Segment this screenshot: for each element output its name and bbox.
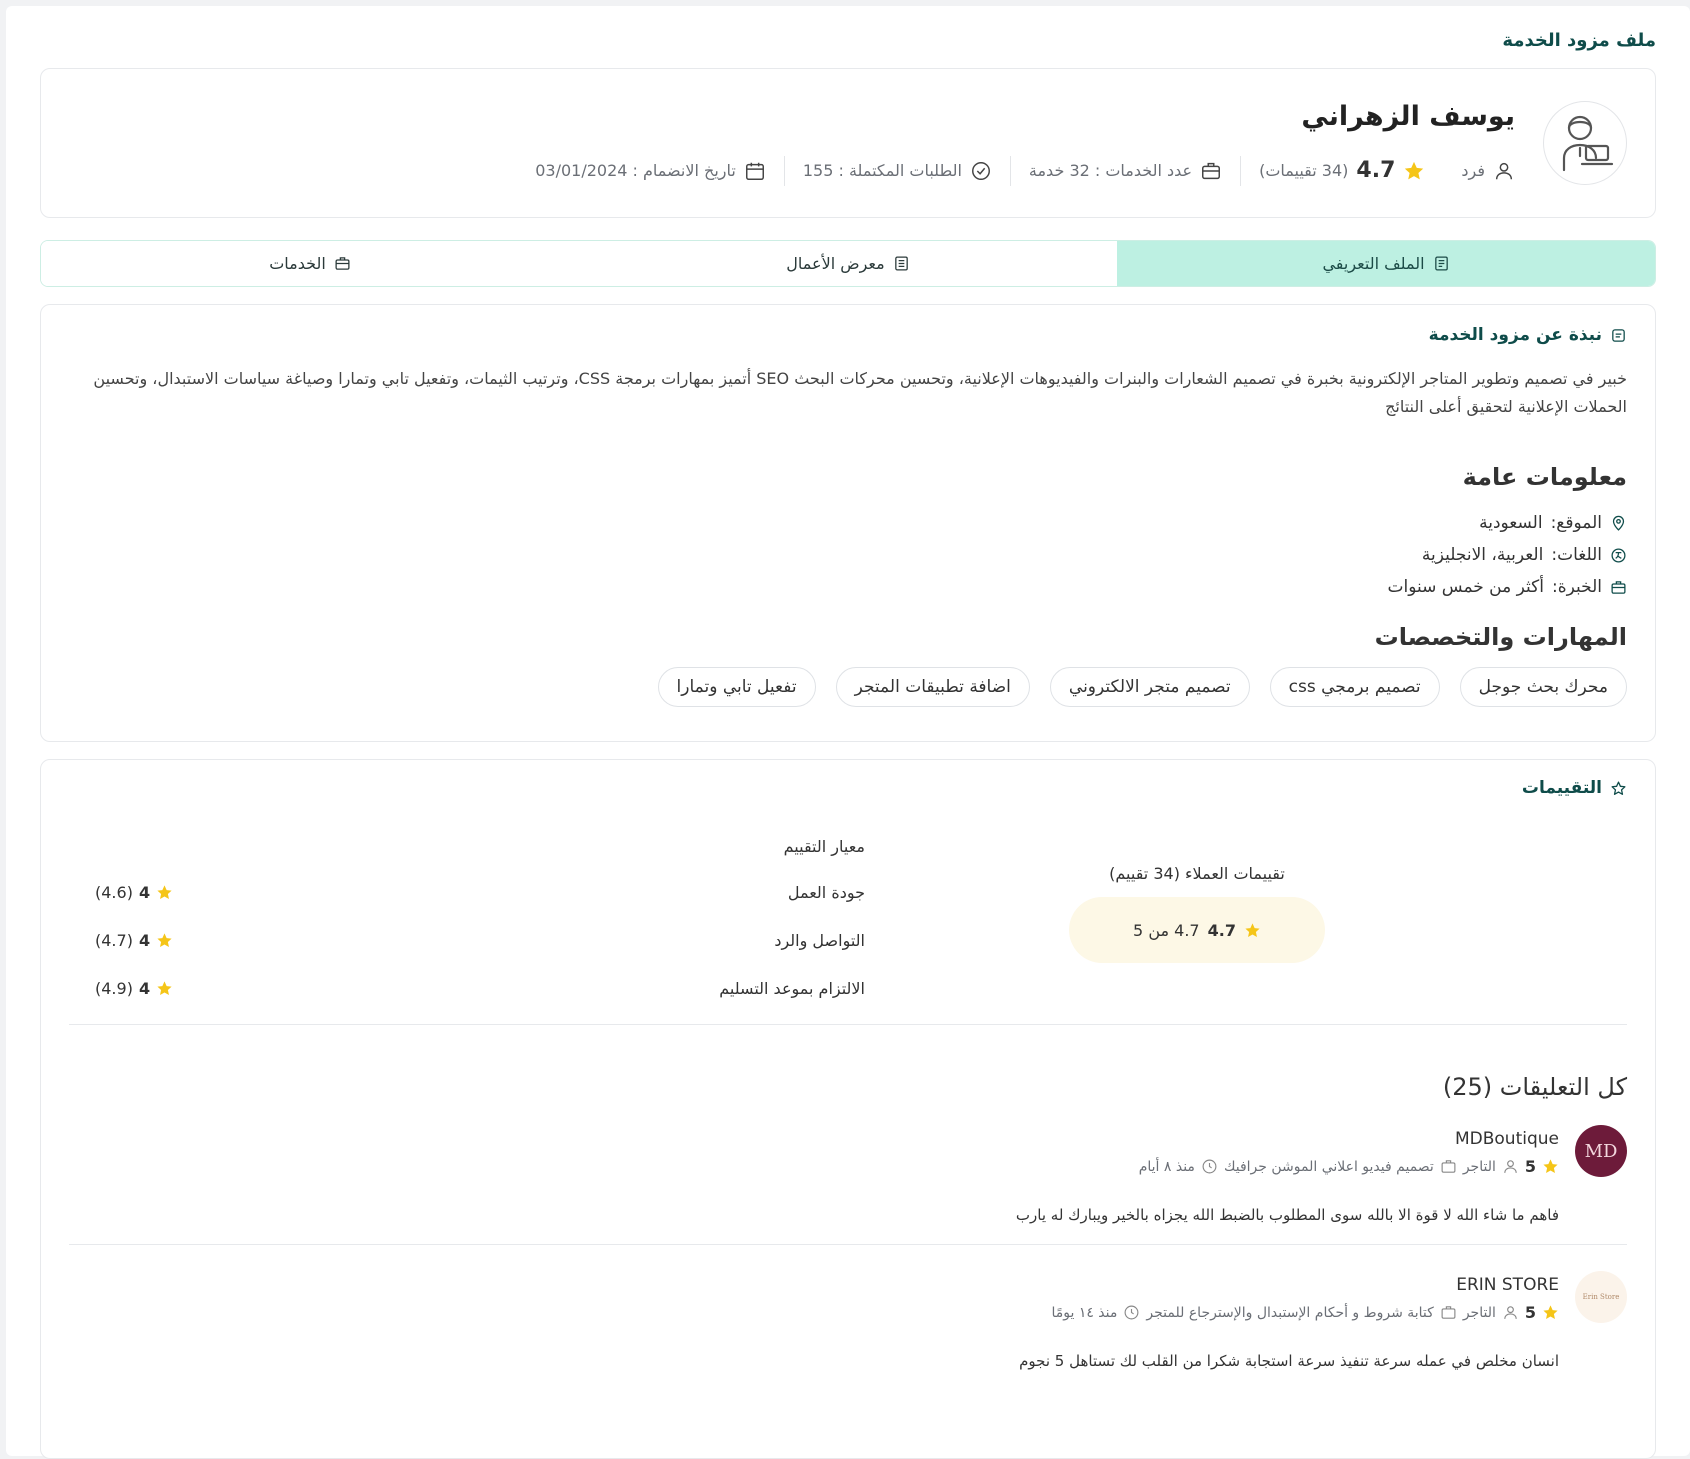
user-laptop-icon <box>1562 115 1614 172</box>
overall-rating: تقييمات العملاء (34 تقييم) 4.7 4.7 من 5 <box>1067 864 1327 963</box>
profile-join: تاريخ الانضمام : 03/01/2024 <box>517 160 784 182</box>
comments-title: كل التعليقات (25) <box>1442 1073 1627 1101</box>
reviews-card: التقييمات تقييمات العملاء (34 تقييم) 4.7… <box>40 759 1656 1459</box>
document-icon <box>1434 256 1448 271</box>
tab-profile[interactable]: الملف التعريفي <box>1117 241 1655 286</box>
user-icon <box>1504 1306 1517 1319</box>
page-container: ملف مزود الخدمة يوسف الزهراني فرد 4.7 (3… <box>6 6 1690 1459</box>
profile-orders: الطلبات المكتملة : 155 <box>785 160 1010 182</box>
overall-title: تقييمات العملاء (34 تقييم) <box>1109 864 1285 883</box>
profile-tabs: الملف التعريفي معرض الأعمال الخدمات <box>40 240 1656 287</box>
general-info-list: الموقع: السعودية اللغات: العربية، الانجل… <box>69 507 1627 603</box>
briefcase-icon <box>1441 1160 1456 1173</box>
skill-chip: اضافة تطبيقات المتجر <box>835 667 1030 707</box>
comment-avatar: Erin Store <box>1575 1271 1627 1323</box>
star-icon <box>1543 1159 1558 1174</box>
criteria-row: الالتزام بموعد التسليم 4 (4.9) <box>95 978 865 998</box>
profile-services-count: عدد الخدمات : 32 خدمة <box>1028 161 1193 180</box>
profile-join-date: تاريخ الانضمام : 03/01/2024 <box>535 161 736 180</box>
briefcase-icon <box>1202 162 1221 179</box>
info-location: الموقع: السعودية <box>69 507 1627 539</box>
about-bio: خبير في تصميم وتطوير المتاجر الإلكترونية… <box>93 369 1627 416</box>
tab-portfolio[interactable]: معرض الأعمال <box>579 241 1117 286</box>
reviews-heading: التقييمات <box>69 778 1627 798</box>
check-circle-icon <box>971 161 990 180</box>
profile-reviews-count: (34 تقييمات) <box>1259 161 1349 180</box>
translate-icon <box>1611 547 1626 563</box>
overall-rating-value: 4.7 <box>1207 920 1236 940</box>
criteria-row: جودة العمل 4 (4.6) <box>95 882 865 902</box>
info-experience: الخبرة: أكثر من خمس سنوات <box>69 571 1627 603</box>
clock-icon <box>1124 1305 1139 1320</box>
profile-completed-orders: الطلبات المكتملة : 155 <box>802 161 962 180</box>
star-icon <box>1245 922 1260 937</box>
comment-meta: 5 التاجر كتابة شروط و أحكام الإستبدال وا… <box>1019 1303 1559 1322</box>
star-icon <box>1543 1305 1558 1320</box>
skill-chip: تفعيل تابي وتمارا <box>657 667 816 707</box>
profile-meta: فرد 4.7 (34 تقييمات) عدد الخدمات : 32 خد… <box>517 155 1515 186</box>
star-outline-icon <box>1611 780 1626 795</box>
rating-criteria: معيار التقييم جودة العمل 4 (4.6) التواصل… <box>95 824 865 1012</box>
location-pin-icon <box>1612 515 1625 531</box>
star-icon <box>157 980 172 995</box>
profile-type: فرد <box>1443 160 1515 182</box>
overall-rating-text: 4.7 من 5 <box>1133 920 1200 940</box>
page-title: ملف مزود الخدمة <box>1502 29 1656 51</box>
comment-avatar: MD <box>1575 1125 1627 1177</box>
profile-rating-value: 4.7 <box>1356 158 1396 183</box>
comment-item: MD MDBoutique 5 التاجر تصميم فيديو اعلان… <box>69 1101 1627 1244</box>
profile-type-label: فرد <box>1461 161 1485 180</box>
skill-chip: محرك بحث جوجل <box>1459 667 1627 707</box>
clock-icon <box>1202 1159 1217 1174</box>
star-icon <box>1405 161 1424 179</box>
briefcase-icon <box>335 257 350 270</box>
comment-text: فاهم ما شاء الله لا قوة الا بالله سوى ال… <box>1015 1206 1559 1224</box>
profile-card: يوسف الزهراني فرد 4.7 (34 تقييمات) عدد ا… <box>40 68 1656 218</box>
tab-services-label: الخدمات <box>269 254 326 273</box>
criteria-heading: معيار التقييم <box>783 836 865 856</box>
comment-author: MDBoutique <box>1454 1129 1559 1149</box>
calendar-icon <box>745 162 764 180</box>
list-icon <box>894 256 908 271</box>
star-icon <box>157 884 172 899</box>
skill-chip: تصميم متجر الالكتروني <box>1049 667 1250 707</box>
comment-author: ERIN STORE <box>1456 1275 1559 1295</box>
general-info-heading: معلومات عامة <box>1462 463 1627 491</box>
briefcase-icon <box>1611 580 1626 594</box>
comment-text: انسان مخلص في عمله سرعة تنفيذ سرعة استجا… <box>1019 1352 1559 1370</box>
about-heading: نبذة عن مزود الخدمة <box>69 325 1627 345</box>
profile-avatar <box>1543 101 1627 185</box>
profile-name: يوسف الزهراني <box>1301 100 1515 132</box>
user-icon <box>1495 162 1513 179</box>
about-card: نبذة عن مزود الخدمة خبير في تصميم وتطوير… <box>40 304 1656 742</box>
star-icon <box>157 932 172 947</box>
overall-pill: 4.7 4.7 من 5 <box>1069 897 1325 963</box>
profile-rating: 4.7 (34 تقييمات) <box>1241 158 1443 183</box>
briefcase-icon <box>1441 1306 1456 1319</box>
tab-portfolio-label: معرض الأعمال <box>786 254 885 273</box>
profile-services: عدد الخدمات : 32 خدمة <box>1011 160 1240 182</box>
skill-chip: تصميم برمجي css <box>1269 667 1440 707</box>
skills-heading: المهارات والتخصصات <box>1374 623 1627 651</box>
tab-services[interactable]: الخدمات <box>41 241 579 286</box>
comment-item: Erin Store ERIN STORE 5 التاجر كتابة شرو… <box>69 1271 1627 1390</box>
skills-list: محرك بحث جوجل تصميم برمجي css تصميم متجر… <box>69 667 1627 707</box>
user-icon <box>1504 1160 1517 1173</box>
note-icon <box>1612 328 1625 342</box>
tab-profile-label: الملف التعريفي <box>1322 254 1425 273</box>
comment-meta: 5 التاجر تصميم فيديو اعلاني الموشن جرافي… <box>1016 1157 1559 1176</box>
rating-summary: تقييمات العملاء (34 تقييم) 4.7 4.7 من 5 … <box>69 824 1627 1024</box>
criteria-row: التواصل والرد 4 (4.7) <box>95 930 865 950</box>
info-languages: اللغات: العربية، الانجليزية <box>69 539 1627 571</box>
